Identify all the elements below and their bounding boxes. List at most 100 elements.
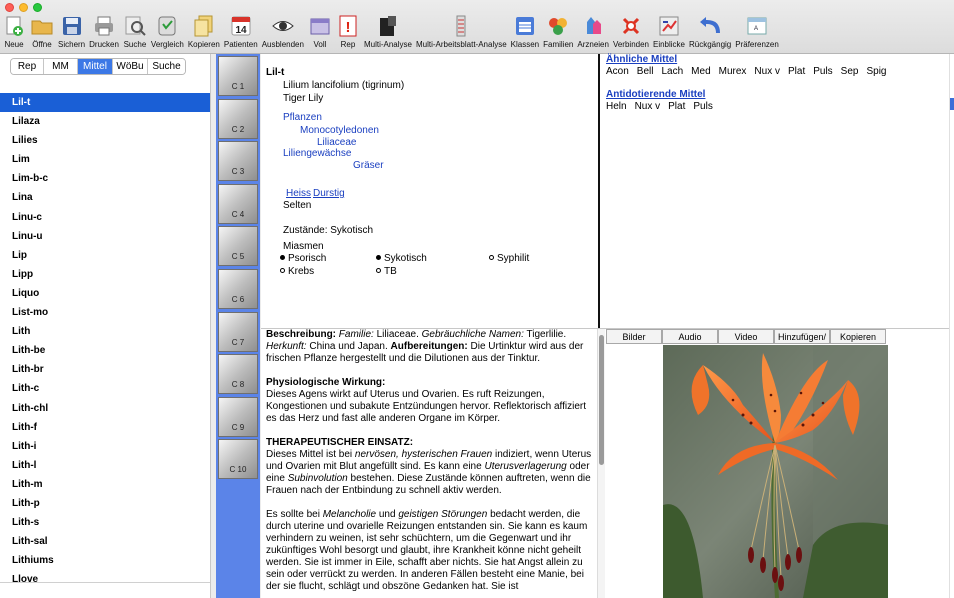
- toolbar-rep-button[interactable]: ! Rep: [334, 14, 362, 54]
- segment-mm[interactable]: MM: [44, 59, 78, 74]
- antidote-remedy-link[interactable]: Puls: [693, 101, 712, 112]
- remedy-list-item[interactable]: Lith-l: [0, 456, 210, 475]
- window-maximize-button[interactable]: [33, 3, 42, 12]
- remedy-list-item[interactable]: Lith-be: [0, 341, 210, 360]
- toolbar-ausblenden-button[interactable]: Ausblenden: [260, 14, 306, 54]
- toolbar-suche-button[interactable]: Suche: [121, 14, 149, 54]
- chapter-column: C 1 C 2 C 3 C 4 C 5 C 6 C 7 C 8 C 9 C 10: [216, 54, 260, 598]
- media-tab-video[interactable]: Video: [718, 329, 774, 344]
- segment-wöbu[interactable]: WöBu: [113, 59, 148, 74]
- remedy-list-item[interactable]: Lil-t: [0, 93, 210, 113]
- right-scrollbar[interactable]: [949, 54, 954, 598]
- remedy-list-item[interactable]: Lith-p: [0, 494, 210, 513]
- similar-remedy-link[interactable]: Spig: [866, 66, 886, 77]
- toolbar-kopieren-button[interactable]: Kopieren: [186, 14, 222, 54]
- toolbar-multi-analyse-button[interactable]: Multi-Analyse: [362, 14, 414, 54]
- remedy-list-item[interactable]: Lilies: [0, 131, 210, 150]
- similar-remedy-link[interactable]: Med: [691, 66, 710, 77]
- remedy-list-item[interactable]: Lith-f: [0, 418, 210, 437]
- toolbar-label: Voll: [313, 40, 327, 49]
- chapter-button-6[interactable]: C 6: [218, 269, 258, 309]
- toolbar-sichern-button[interactable]: Sichern: [56, 14, 87, 54]
- media-tab-audio[interactable]: Audio: [662, 329, 718, 344]
- toolbar-familien-button[interactable]: Familien: [541, 14, 575, 54]
- remedy-list-item[interactable]: Lim-b-c: [0, 169, 210, 188]
- remedy-list-item[interactable]: Lith-c: [0, 379, 210, 398]
- antidote-remedy-link[interactable]: Nux v: [635, 101, 661, 112]
- chapter-button-9[interactable]: C 9: [218, 396, 258, 437]
- media-tab-bilder[interactable]: Bilder: [606, 329, 662, 344]
- remedy-list-item[interactable]: List-mo: [0, 303, 210, 322]
- antidote-remedies-heading[interactable]: Antidotierende Mittel: [606, 89, 705, 100]
- chapter-button-1[interactable]: C 1: [218, 56, 258, 96]
- chapter-button-7[interactable]: C 7: [218, 311, 258, 352]
- media-tab-kopieren[interactable]: Kopieren: [830, 329, 886, 344]
- remedy-list-item[interactable]: Lithiums: [0, 551, 210, 570]
- remedy-list-item[interactable]: Lipp: [0, 265, 210, 284]
- similar-remedy-link[interactable]: Nux v: [754, 66, 780, 77]
- remedy-list-item[interactable]: Linu-c: [0, 208, 210, 227]
- toolbar-multi-arbeitsblatt-analyse-button[interactable]: Multi-Arbeitsblatt-Analyse: [414, 14, 509, 54]
- antidote-remedy-link[interactable]: Plat: [668, 101, 685, 112]
- remedy-list-item[interactable]: Lith-br: [0, 360, 210, 379]
- remedy-list-item[interactable]: Lim: [0, 150, 210, 169]
- taxonomy-family[interactable]: Liliaceae: [317, 137, 356, 148]
- taxonomy-family-german[interactable]: Liliengewächse: [283, 148, 351, 159]
- remedy-list-item[interactable]: Lith-i: [0, 437, 210, 456]
- toolbar-drucken-button[interactable]: Drucken: [87, 14, 121, 54]
- remedy-list-item[interactable]: Lith: [0, 322, 210, 341]
- toolbar-arzneien-button[interactable]: Arzneien: [575, 14, 611, 54]
- sidebar-search-field[interactable]: [0, 582, 210, 598]
- window-minimize-button[interactable]: [19, 3, 28, 12]
- chapter-button-5[interactable]: C 5: [218, 226, 258, 267]
- remedy-list-item[interactable]: Lith-s: [0, 513, 210, 532]
- chapter-button-4[interactable]: C 4: [218, 183, 258, 224]
- similar-remedy-link[interactable]: Plat: [788, 66, 805, 77]
- empty-dot-icon: [376, 267, 381, 273]
- remedy-list-item[interactable]: Lilaza: [0, 112, 210, 131]
- remedy-list-item[interactable]: Lith-chl: [0, 399, 210, 418]
- taxonomy-group[interactable]: Gräser: [353, 160, 384, 171]
- similar-remedy-link[interactable]: Bell: [637, 66, 654, 77]
- segment-rep[interactable]: Rep: [11, 59, 44, 74]
- window-close-button[interactable]: [5, 3, 14, 12]
- toolbar-patienten-button[interactable]: 14 Patienten: [222, 14, 260, 54]
- remedy-list-item[interactable]: Linu-u: [0, 227, 210, 246]
- segment-mittel[interactable]: Mittel: [78, 59, 113, 74]
- similar-remedies-heading[interactable]: Ähnliche Mittel: [606, 54, 677, 65]
- scroll-thumb[interactable]: [599, 335, 604, 465]
- chapter-button-8[interactable]: C 8: [218, 354, 258, 395]
- taxonomy-kingdom[interactable]: Pflanzen: [283, 112, 322, 123]
- similar-remedy-link[interactable]: Sep: [841, 66, 859, 77]
- toolbar-klassen-button[interactable]: Klassen: [509, 14, 541, 54]
- toolbar-verbinden-button[interactable]: Verbinden: [611, 14, 651, 54]
- remedy-list-item[interactable]: Lith-m: [0, 475, 210, 494]
- toolbar-neue-button[interactable]: Neue: [0, 14, 28, 54]
- chapter-button-3[interactable]: C 3: [218, 141, 258, 182]
- similar-remedy-link[interactable]: Puls: [813, 66, 832, 77]
- chapter-button-10[interactable]: C 10: [218, 439, 258, 480]
- similar-remedy-link[interactable]: Acon: [606, 66, 629, 77]
- remedy-list-item[interactable]: Lip: [0, 246, 210, 265]
- taxonomy-class[interactable]: Monocotyledonen: [300, 125, 379, 136]
- toolbar-einblicke-button[interactable]: Einblicke: [651, 14, 687, 54]
- description-scrollbar[interactable]: [597, 329, 605, 598]
- similar-remedy-link[interactable]: Murex: [719, 66, 747, 77]
- theme-link-heiss[interactable]: Heiss: [286, 188, 311, 199]
- remedy-list: Lil-t Lilaza Lilies Lim Lim-b-c Lina Linu-c Lin…: [0, 93, 210, 589]
- toolbar-vergleich-button[interactable]: Vergleich: [149, 14, 186, 54]
- remedy-list-item[interactable]: Liquo: [0, 284, 210, 303]
- remedy-list-item[interactable]: Lith-sal: [0, 532, 210, 551]
- toolbar-voll-button[interactable]: Voll: [306, 14, 334, 54]
- toolbar-öffne-button[interactable]: Öffne: [28, 14, 56, 54]
- similar-remedy-link[interactable]: Lach: [661, 66, 683, 77]
- media-tab-hinzufügen[interactable]: Hinzufügen/: [774, 329, 830, 344]
- remedy-list-item[interactable]: Lina: [0, 188, 210, 207]
- scroll-thumb[interactable]: [950, 98, 954, 110]
- toolbar-rückgängig-button[interactable]: Rückgängig: [687, 14, 733, 54]
- chapter-button-2[interactable]: C 2: [218, 98, 258, 139]
- toolbar-präferenzen-button[interactable]: A Präferenzen: [733, 14, 781, 54]
- segment-suche[interactable]: Suche: [148, 59, 185, 74]
- antidote-remedy-link[interactable]: Heln: [606, 101, 627, 112]
- theme-link-durstig[interactable]: Durstig: [313, 188, 345, 199]
